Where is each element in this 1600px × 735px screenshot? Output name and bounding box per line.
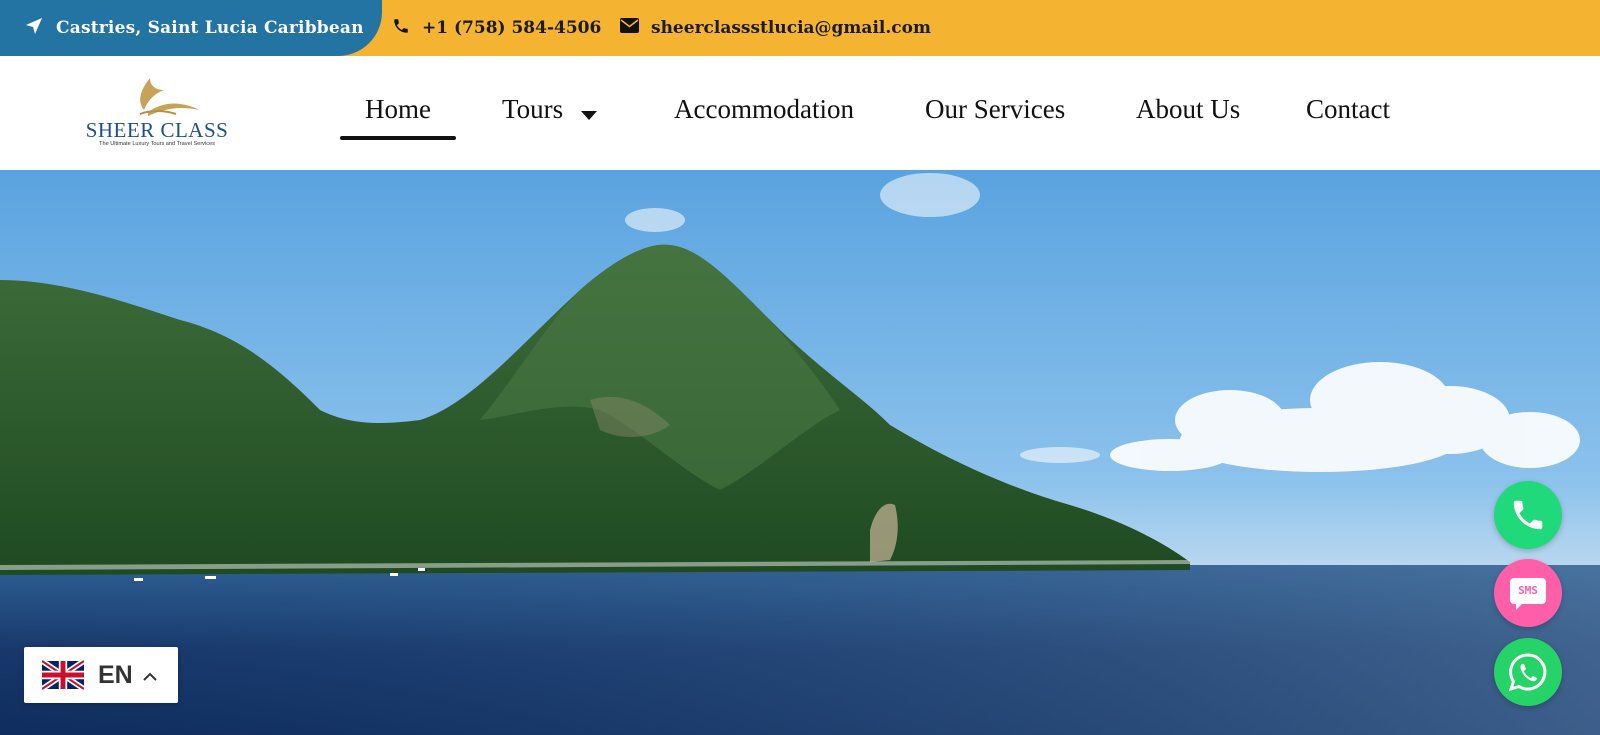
logo-sail-icon	[139, 78, 200, 116]
location-arrow-icon	[24, 16, 44, 40]
email-link[interactable]: sheerclassstlucia@gmail.com	[620, 0, 931, 56]
top-bar: Castries, Saint Lucia Caribbean +1 (758)…	[0, 0, 1600, 56]
location-section: Castries, Saint Lucia Caribbean	[0, 0, 382, 56]
sms-bubble-icon: SMS	[1510, 578, 1546, 610]
nav-item-about-us[interactable]: About Us	[1136, 94, 1240, 125]
envelope-icon	[620, 18, 639, 38]
phone-icon	[1513, 500, 1543, 530]
language-code: EN	[98, 660, 133, 689]
whatsapp-icon	[1508, 653, 1547, 692]
phone-number: +1 (758) 584-4506	[422, 18, 602, 38]
phone-icon	[392, 17, 410, 40]
uk-flag-icon	[42, 659, 84, 691]
logo[interactable]: SHEER CLASS The Ultimate Luxury Tours an…	[84, 74, 230, 154]
chevron-up-icon	[143, 666, 157, 685]
nav-active-underline	[340, 136, 456, 140]
email-address: sheerclassstlucia@gmail.com	[651, 18, 931, 38]
sms-label: SMS	[1518, 584, 1538, 597]
sms-button[interactable]: SMS	[1494, 559, 1562, 627]
nav-item-accommodation[interactable]: Accommodation	[674, 94, 854, 125]
caret-down-icon[interactable]	[581, 106, 597, 125]
phone-link[interactable]: +1 (758) 584-4506	[392, 0, 601, 56]
language-switcher[interactable]: EN	[24, 647, 178, 703]
logo-tagline: The Ultimate Luxury Tours and Travel Ser…	[99, 141, 215, 147]
logo-brand-text: SHEER CLASS	[85, 118, 229, 142]
nav-item-our-services[interactable]: Our Services	[925, 94, 1065, 125]
nav-item-home[interactable]: Home	[365, 94, 431, 125]
hero-video-background	[0, 170, 1600, 735]
call-button[interactable]	[1494, 481, 1562, 549]
nav-item-contact[interactable]: Contact	[1306, 94, 1390, 125]
nav-item-tours[interactable]: Tours	[502, 94, 563, 125]
location-text: Castries, Saint Lucia Caribbean	[56, 18, 364, 38]
site-header: SHEER CLASS The Ultimate Luxury Tours an…	[0, 56, 1600, 170]
whatsapp-button[interactable]	[1494, 638, 1562, 706]
